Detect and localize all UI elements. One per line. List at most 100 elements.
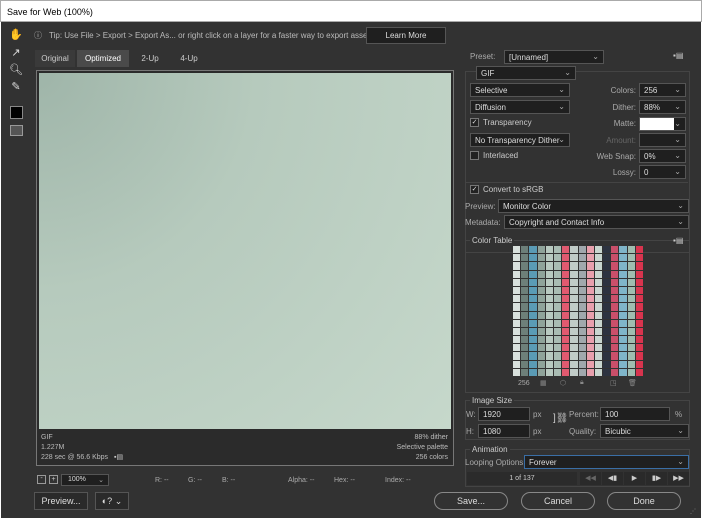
color-swatch[interactable] xyxy=(603,278,611,286)
looping-select[interactable]: Forever ⌄ xyxy=(524,455,689,469)
color-swatch[interactable] xyxy=(578,262,586,270)
color-swatch[interactable] xyxy=(594,368,603,376)
transparency-dither-select[interactable]: No Transparency Dither ⌄ xyxy=(470,133,570,147)
color-swatch[interactable] xyxy=(553,278,562,286)
color-swatch[interactable] xyxy=(545,270,553,278)
color-swatch[interactable] xyxy=(578,352,586,360)
play-icon[interactable]: ▶ xyxy=(624,472,645,485)
color-swatch[interactable] xyxy=(553,246,562,254)
color-swatch[interactable] xyxy=(635,278,643,286)
color-swatch[interactable] xyxy=(586,368,594,376)
color-swatch[interactable] xyxy=(619,286,627,295)
trash-icon[interactable]: 🗑︎ xyxy=(628,379,637,387)
matte-select[interactable]: ⌄ xyxy=(639,117,686,131)
color-swatch[interactable] xyxy=(603,303,611,311)
color-swatch[interactable] xyxy=(529,286,537,295)
color-swatch[interactable] xyxy=(603,360,611,368)
color-swatch[interactable] xyxy=(611,254,619,262)
color-swatch[interactable] xyxy=(635,352,643,360)
color-swatch[interactable] xyxy=(635,254,643,262)
color-swatch[interactable] xyxy=(586,303,594,311)
color-swatch[interactable] xyxy=(529,262,537,270)
color-swatch[interactable] xyxy=(611,246,619,254)
color-swatch[interactable] xyxy=(611,262,619,270)
color-swatch[interactable] xyxy=(627,344,635,352)
optimized-image-preview[interactable] xyxy=(39,73,451,429)
link-constrain-icon[interactable]: ]⛓ xyxy=(553,413,568,424)
color-swatch[interactable] xyxy=(521,295,529,303)
color-swatch[interactable] xyxy=(545,352,553,360)
convert-srgb-checkbox[interactable]: ✓ Convert to sRGB xyxy=(470,185,543,195)
color-swatch[interactable] xyxy=(529,319,537,327)
width-input[interactable]: 1920 xyxy=(478,407,530,421)
color-swatch[interactable] xyxy=(578,336,586,344)
color-swatch[interactable] xyxy=(570,352,578,360)
color-swatch[interactable] xyxy=(529,352,537,360)
learn-more-button[interactable]: Learn More xyxy=(366,27,446,44)
color-swatch[interactable] xyxy=(537,360,545,368)
color-swatch[interactable] xyxy=(562,319,570,327)
color-swatch[interactable] xyxy=(586,336,594,344)
color-swatch[interactable] xyxy=(586,360,594,368)
eyedropper-color-swatch[interactable] xyxy=(10,106,23,119)
color-swatch[interactable] xyxy=(513,254,521,262)
color-swatch[interactable] xyxy=(570,319,578,327)
color-swatch[interactable] xyxy=(562,360,570,368)
color-swatch[interactable] xyxy=(611,336,619,344)
preview-in-browser-button[interactable]: Preview... xyxy=(34,492,88,510)
color-swatch[interactable] xyxy=(545,246,553,254)
color-swatch[interactable] xyxy=(553,254,562,262)
color-swatch[interactable] xyxy=(619,303,627,311)
color-swatch[interactable] xyxy=(545,262,553,270)
color-swatch[interactable] xyxy=(553,352,562,360)
color-swatch[interactable] xyxy=(562,344,570,352)
color-swatch[interactable] xyxy=(578,360,586,368)
color-swatch[interactable] xyxy=(545,327,553,336)
color-swatch[interactable] xyxy=(545,319,553,327)
color-swatch[interactable] xyxy=(611,327,619,336)
color-swatch[interactable] xyxy=(619,327,627,336)
color-swatch[interactable] xyxy=(570,360,578,368)
color-swatch[interactable] xyxy=(521,344,529,352)
color-swatch[interactable] xyxy=(594,327,603,336)
color-swatch[interactable] xyxy=(562,352,570,360)
color-swatch[interactable] xyxy=(529,311,537,319)
color-swatch[interactable] xyxy=(627,246,635,254)
color-swatch[interactable] xyxy=(635,360,643,368)
color-swatch[interactable] xyxy=(627,278,635,286)
tab-4up[interactable]: 4-Up xyxy=(170,50,208,67)
color-swatch[interactable] xyxy=(570,368,578,376)
color-swatch[interactable] xyxy=(586,286,594,295)
color-swatch[interactable] xyxy=(578,278,586,286)
color-swatch[interactable] xyxy=(594,352,603,360)
color-swatch[interactable] xyxy=(627,303,635,311)
color-swatch[interactable] xyxy=(586,344,594,352)
color-swatch[interactable] xyxy=(586,327,594,336)
color-swatch[interactable] xyxy=(611,360,619,368)
color-swatch[interactable] xyxy=(537,319,545,327)
lossy-select[interactable]: 0 ⌄ xyxy=(639,165,686,179)
color-swatch[interactable] xyxy=(562,336,570,344)
color-swatch[interactable] xyxy=(586,311,594,319)
color-swatch[interactable] xyxy=(603,270,611,278)
color-swatch[interactable] xyxy=(586,246,594,254)
color-swatch[interactable] xyxy=(619,262,627,270)
color-swatch[interactable] xyxy=(578,286,586,295)
color-swatch[interactable] xyxy=(619,246,627,254)
color-swatch[interactable] xyxy=(594,319,603,327)
zoom-in-button[interactable]: + xyxy=(49,475,58,484)
color-swatch[interactable] xyxy=(578,319,586,327)
color-swatch[interactable] xyxy=(570,344,578,352)
color-swatch[interactable] xyxy=(521,303,529,311)
color-swatch[interactable] xyxy=(529,303,537,311)
previous-frame-icon[interactable]: ◀▮ xyxy=(602,472,623,485)
color-swatch[interactable] xyxy=(521,327,529,336)
last-frame-icon[interactable]: ▶▶ xyxy=(668,472,689,485)
download-speed-menu-icon[interactable]: ▪▤ xyxy=(114,453,123,461)
color-swatch[interactable] xyxy=(627,360,635,368)
color-swatch[interactable] xyxy=(562,311,570,319)
color-swatch[interactable] xyxy=(553,360,562,368)
color-swatch[interactable] xyxy=(513,344,521,352)
color-swatch[interactable] xyxy=(545,336,553,344)
transparency-checkbox[interactable]: ✓ Transparency xyxy=(470,118,532,128)
